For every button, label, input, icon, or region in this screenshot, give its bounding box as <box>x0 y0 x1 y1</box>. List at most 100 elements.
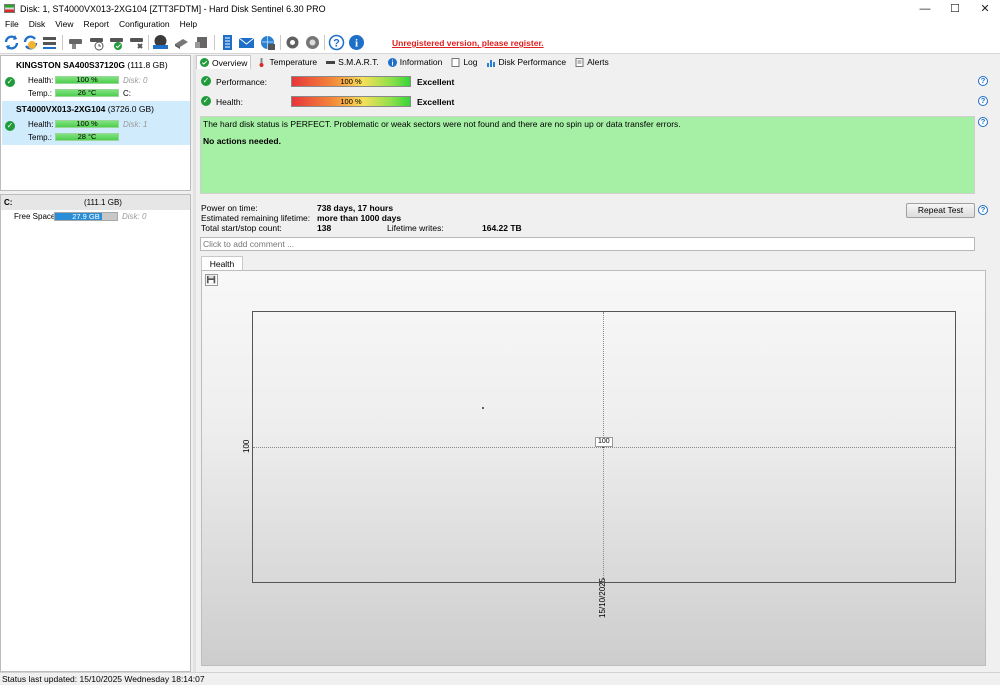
title-bar: Disk: 1, ST4000VX013-2XG104 [ZTT3FDTM] -… <box>0 0 1000 17</box>
check-icon: ✓ <box>201 96 211 106</box>
overview-panel: ✓ Performance: 100 % Excellent ? ✓ Healt… <box>196 69 996 672</box>
tab-log[interactable]: Log <box>448 55 480 69</box>
drive-list-icon[interactable] <box>41 34 58 51</box>
disk-number: Disk: 0 <box>123 76 148 85</box>
graph-plot-area: 100 <box>252 311 956 583</box>
alerts-icon <box>575 57 584 67</box>
partition-disk: Disk: 0 <box>122 212 147 221</box>
toolbar: ? i Unregistered version, please registe… <box>0 31 1000 54</box>
partition-header[interactable]: C: (111.1 GB) <box>1 195 190 210</box>
temp-label: Temp.: <box>28 89 53 98</box>
window-title: Disk: 1, ST4000VX013-2XG104 [ZTT3FDTM] -… <box>20 3 326 14</box>
smart-icon <box>326 58 336 67</box>
disk-remove-icon[interactable] <box>128 34 145 51</box>
disk-check-icon[interactable] <box>108 34 125 51</box>
drive-letter: C: <box>123 89 131 98</box>
performance-row: ✓ Performance: 100 % Excellent <box>200 74 990 88</box>
partition-list: C: (111.1 GB) Free Space 27.9 GB Disk: 0 <box>0 194 191 672</box>
status-message-box: The hard disk status is PERFECT. Problem… <box>200 116 975 194</box>
menu-help[interactable]: Help <box>175 19 202 29</box>
disk-list: KINGSTON SA400S37120G (111.8 GB) ✓ Healt… <box>0 55 191 191</box>
disk-item-1[interactable]: ST4000VX013-2XG104 (3726.0 GB) ✓ Health:… <box>2 101 190 145</box>
status-ok-icon: ✓ <box>5 77 15 87</box>
refresh-icon[interactable] <box>3 34 20 51</box>
sound-icon[interactable] <box>304 34 321 51</box>
tab-health-graph[interactable]: Health (%) <box>201 256 243 283</box>
lifetime-label: Estimated remaining lifetime: <box>201 213 311 223</box>
free-space-value: 27.9 GB <box>72 212 100 221</box>
performance-bar: 100 % <box>291 76 411 87</box>
report-icon[interactable] <box>219 34 236 51</box>
menu-configuration[interactable]: Configuration <box>114 19 175 29</box>
health-bar: 100 % <box>55 120 119 128</box>
partition-letter: C: <box>4 198 13 207</box>
temp-bar: 28 °C <box>55 133 119 141</box>
graph-dot <box>482 407 484 409</box>
health-row: ✓ Health: 100 % Excellent <box>200 94 990 108</box>
help-icon[interactable]: ? <box>978 96 988 106</box>
health-rating: Excellent <box>417 97 455 107</box>
lifetime-value: more than 1000 days <box>317 213 402 223</box>
status-bar: Status last updated: 15/10/2025 Wednesda… <box>0 672 1000 685</box>
health-label: Health: <box>28 76 54 85</box>
refresh-all-icon[interactable] <box>22 34 39 51</box>
settings-icon[interactable] <box>284 34 301 51</box>
performance-label: Performance: <box>216 77 268 87</box>
free-space-label: Free Space <box>14 212 56 221</box>
comment-field[interactable] <box>200 237 975 251</box>
help-icon[interactable]: ? <box>978 76 988 86</box>
disk-number: Disk: 1 <box>123 120 148 129</box>
repeat-test-button[interactable]: Repeat Test <box>906 203 975 218</box>
x-axis-tick: 15/10/2025 <box>598 577 607 618</box>
disk-icon[interactable] <box>67 34 84 51</box>
send-report-icon[interactable] <box>238 34 255 51</box>
usb-drive-icon[interactable] <box>173 34 190 51</box>
minimize-button[interactable]: — <box>910 0 940 17</box>
comment-input[interactable] <box>203 239 971 249</box>
action-text: No actions needed. <box>203 136 281 146</box>
partition-free-space[interactable]: Free Space 27.9 GB Disk: 0 <box>1 210 190 223</box>
info-icon <box>387 57 397 67</box>
tools-icon[interactable] <box>193 34 210 51</box>
writes-value: 164.22 TB <box>482 223 522 233</box>
info-icon[interactable]: i <box>348 34 365 51</box>
menu-view[interactable]: View <box>50 19 78 29</box>
tab-smart[interactable]: S.M.A.R.T. <box>323 55 382 69</box>
help-icon[interactable]: ? <box>328 34 345 51</box>
menu-file[interactable]: File <box>0 19 24 29</box>
tab-disk-performance[interactable]: Disk Performance <box>484 55 570 69</box>
svg-text:i: i <box>355 38 358 50</box>
maximize-button[interactable]: ☐ <box>940 0 970 17</box>
help-icon[interactable]: ? <box>978 117 988 127</box>
tab-overview[interactable]: Overview <box>196 55 252 69</box>
menu-disk[interactable]: Disk <box>24 19 51 29</box>
document-icon <box>451 57 460 67</box>
tab-alerts[interactable]: Alerts <box>572 55 612 69</box>
help-icon[interactable]: ? <box>978 205 988 215</box>
close-button[interactable]: ✕ <box>970 0 1000 17</box>
disk-item-0[interactable]: KINGSTON SA400S37120G (111.8 GB) ✓ Healt… <box>2 57 190 101</box>
health-label: Health: <box>216 97 243 107</box>
status-bar-text: Status last updated: 15/10/2025 Wednesda… <box>2 674 205 684</box>
backup-icon[interactable] <box>152 34 169 51</box>
web-report-icon[interactable] <box>259 34 276 51</box>
writes-label: Lifetime writes: <box>387 223 444 233</box>
temp-label: Temp.: <box>28 133 53 142</box>
disk-schedule-icon[interactable] <box>88 34 105 51</box>
tab-temperature[interactable]: Temperature <box>254 55 320 69</box>
data-point-label: 100 <box>595 437 613 447</box>
menu-report[interactable]: Report <box>79 19 115 29</box>
horizontal-gridline <box>253 447 955 448</box>
disk-name: KINGSTON SA400S37120G (111.8 GB) <box>16 60 168 70</box>
check-icon: ✓ <box>201 76 211 86</box>
performance-icon <box>486 58 496 67</box>
health-label: Health: <box>28 120 54 129</box>
health-bar: 100 % <box>291 96 411 107</box>
save-icon[interactable] <box>205 274 218 286</box>
unregistered-link[interactable]: Unregistered version, please register. <box>392 38 544 48</box>
tab-information[interactable]: Information <box>385 55 446 69</box>
menu-bar: File Disk View Report Configuration Help <box>0 17 1000 31</box>
check-icon <box>200 58 209 67</box>
window-controls: — ☐ ✕ <box>910 0 1000 17</box>
tab-bar: Overview Temperature S.M.A.R.T. Informat… <box>196 55 996 69</box>
